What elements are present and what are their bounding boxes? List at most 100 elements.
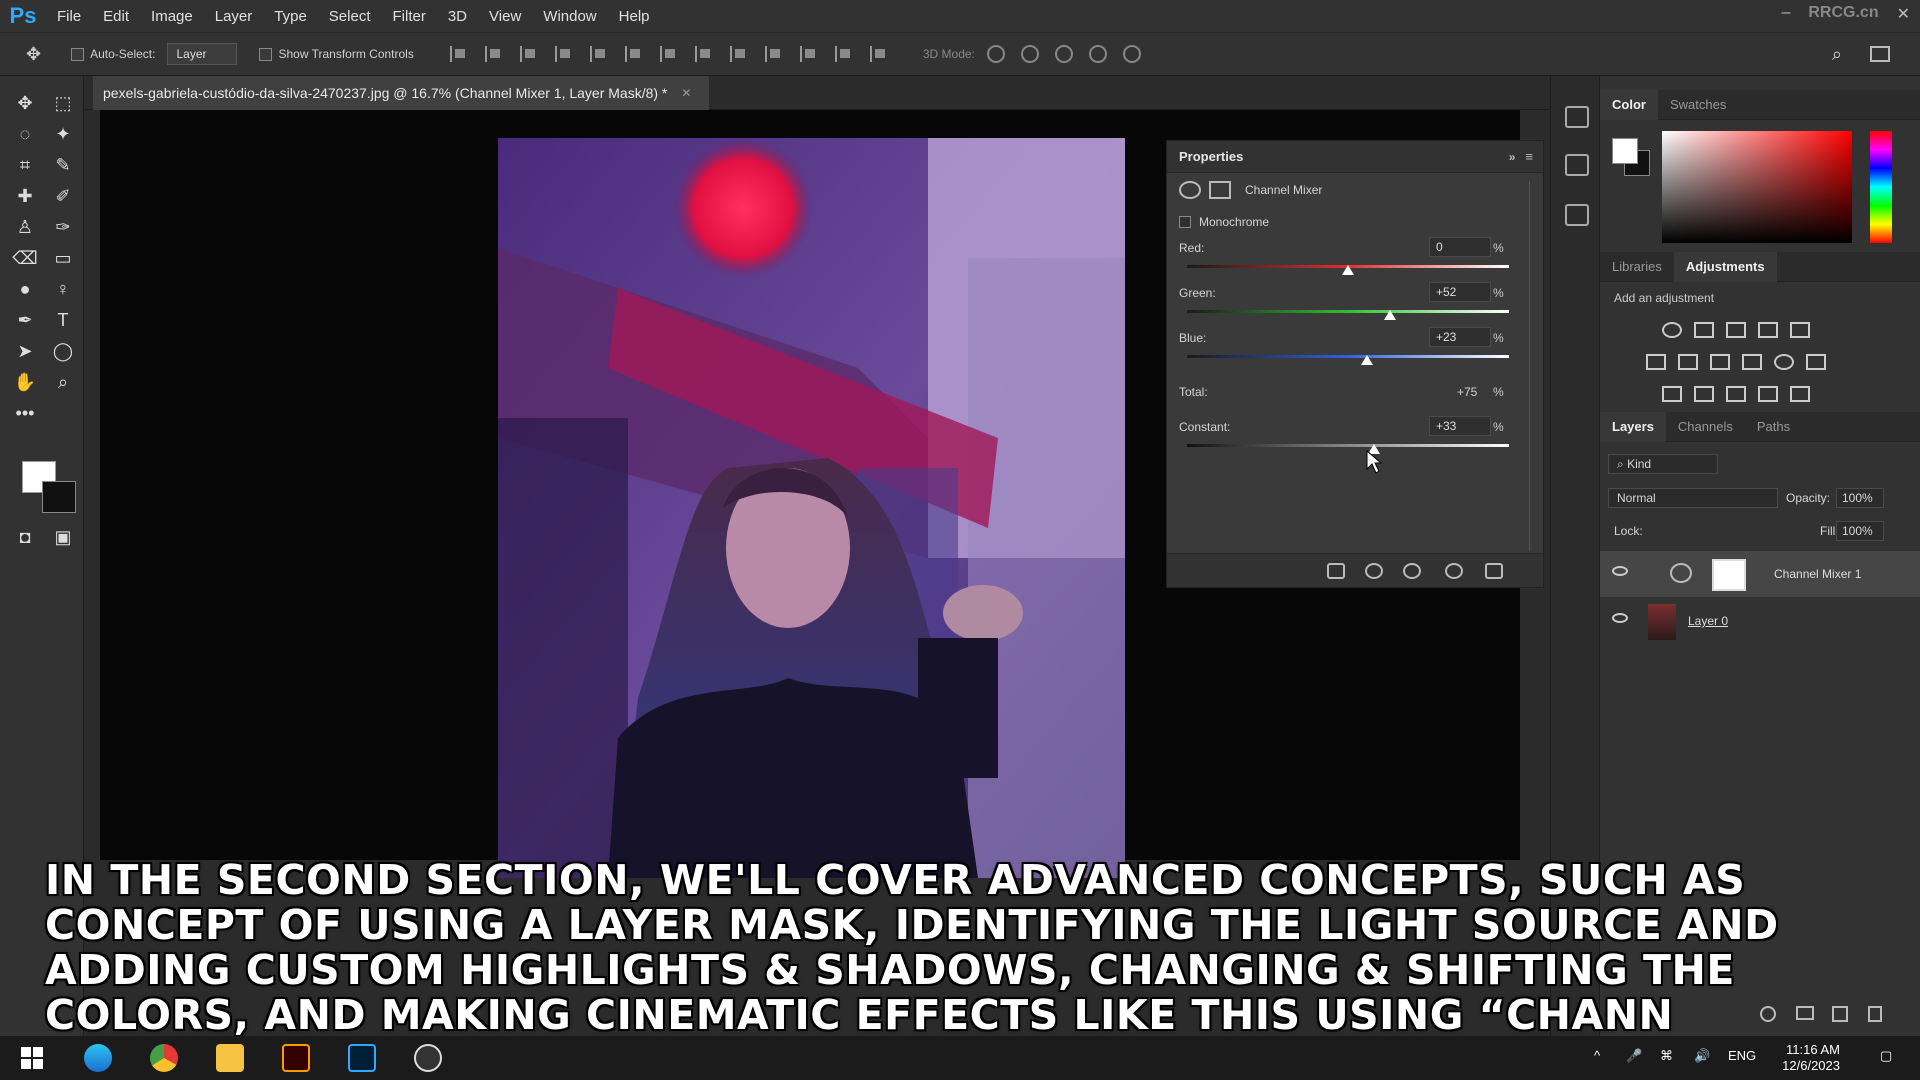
quick-mask-icon[interactable]: ◘ <box>10 524 40 550</box>
tray-chevron-icon[interactable]: ^ <box>1594 1048 1600 1063</box>
black-white-icon[interactable] <box>1710 354 1730 370</box>
slider-thumb[interactable] <box>1383 310 1396 320</box>
new-group-icon[interactable] <box>1796 1006 1814 1020</box>
color-balance-icon[interactable] <box>1678 354 1698 370</box>
layer-mask-thumbnail[interactable] <box>1712 559 1746 591</box>
distribute-hcenter-icon[interactable] <box>799 46 818 62</box>
close-icon[interactable]: ✕ <box>1897 4 1910 24</box>
color-field[interactable] <box>1662 131 1852 243</box>
layer-row-channel-mixer[interactable]: Channel Mixer 1 <box>1600 551 1920 597</box>
volume-icon[interactable]: 🔊 <box>1694 1048 1710 1064</box>
slider-thumb[interactable] <box>1361 355 1374 365</box>
exposure-icon[interactable] <box>1758 322 1778 338</box>
properties-panel-icon[interactable] <box>1565 154 1589 176</box>
align-vcenter-icon[interactable] <box>484 46 503 62</box>
panel-menu-icon[interactable]: ≡ <box>1525 149 1533 164</box>
constant-value-field[interactable]: +33 <box>1429 416 1491 436</box>
align-left-icon[interactable] <box>554 46 573 62</box>
view-previous-icon[interactable] <box>1365 563 1383 579</box>
reset-icon[interactable] <box>1403 563 1421 579</box>
layer-row-layer-0[interactable]: Layer 0 <box>1600 598 1920 644</box>
align-bottom-icon[interactable] <box>519 46 538 62</box>
edge-icon[interactable] <box>84 1044 112 1072</box>
menu-edit[interactable]: Edit <box>92 8 140 25</box>
menu-select[interactable]: Select <box>318 8 382 25</box>
tab-channels[interactable]: Channels <box>1666 412 1745 442</box>
slider-track[interactable] <box>1187 310 1509 313</box>
visibility-eye-icon[interactable] <box>1445 563 1463 579</box>
eyedropper-tool-icon[interactable]: ✎ <box>48 152 78 178</box>
file-explorer-icon[interactable] <box>216 1044 244 1072</box>
distribute-top-icon[interactable] <box>659 46 678 62</box>
opacity-field[interactable]: 100% <box>1836 488 1884 508</box>
pen-tool-icon[interactable]: ✒ <box>10 307 40 333</box>
move-tool-icon[interactable]: ✥ <box>26 44 41 65</box>
hue-slider[interactable] <box>1870 131 1892 243</box>
color-panel-foreground-swatch[interactable] <box>1612 138 1638 164</box>
vibrance-icon[interactable] <box>1790 322 1810 338</box>
document-photo[interactable] <box>498 138 1125 878</box>
hand-tool-icon[interactable]: ✋ <box>10 369 40 395</box>
language-indicator[interactable]: ENG <box>1728 1048 1756 1063</box>
history-brush-tool-icon[interactable]: ✑ <box>48 214 78 240</box>
workspace-icon[interactable] <box>1870 46 1890 62</box>
more-tools-icon[interactable]: ••• <box>10 400 40 426</box>
distribute-left-icon[interactable] <box>764 46 783 62</box>
distribute-right-icon[interactable] <box>834 46 853 62</box>
brightness-contrast-icon[interactable] <box>1662 322 1682 338</box>
menu-window[interactable]: Window <box>532 8 607 25</box>
3d-scale-icon[interactable] <box>1122 45 1141 63</box>
slider-track[interactable] <box>1187 355 1509 358</box>
chrome-icon[interactable] <box>150 1044 178 1072</box>
menu-help[interactable]: Help <box>608 8 661 25</box>
delete-icon[interactable] <box>1485 563 1503 579</box>
menu-view[interactable]: View <box>478 8 532 25</box>
layer-mask-icon[interactable] <box>1209 181 1231 199</box>
auto-select-dropdown[interactable]: Layer <box>167 43 238 65</box>
auto-align-icon[interactable] <box>869 46 888 62</box>
delete-layer-icon[interactable] <box>1868 1006 1882 1022</box>
menu-file[interactable]: File <box>46 8 92 25</box>
properties-scrollbar[interactable] <box>1529 181 1537 551</box>
tab-color[interactable]: Color <box>1600 89 1658 120</box>
brush-tool-icon[interactable]: ✐ <box>48 183 78 209</box>
gradient-map-icon[interactable] <box>1790 386 1810 402</box>
color-lookup-icon[interactable] <box>1806 354 1826 370</box>
document-tab[interactable]: pexels-gabriela-custódio-da-silva-247023… <box>93 76 710 110</box>
healing-brush-tool-icon[interactable]: ✚ <box>10 183 40 209</box>
windows-start-icon[interactable] <box>18 1044 46 1072</box>
photo-filter-icon[interactable] <box>1742 354 1762 370</box>
constant-slider-track[interactable] <box>1187 444 1509 447</box>
new-layer-icon[interactable] <box>1832 1006 1848 1022</box>
minimize-icon[interactable]: – <box>1781 4 1790 24</box>
distribute-bottom-icon[interactable] <box>729 46 748 62</box>
menu-layer[interactable]: Layer <box>204 8 264 25</box>
3d-slide-icon[interactable] <box>1088 45 1107 63</box>
history-panel-icon[interactable] <box>1565 106 1589 128</box>
align-right-icon[interactable] <box>624 46 643 62</box>
path-selection-tool-icon[interactable]: ➤ <box>10 338 40 364</box>
marquee-tool-icon[interactable]: ⬚ <box>48 90 78 116</box>
menu-image[interactable]: Image <box>140 8 204 25</box>
brush-settings-icon[interactable] <box>1565 204 1589 226</box>
monochrome-checkbox[interactable] <box>1179 216 1191 228</box>
eye-icon[interactable] <box>1612 613 1628 623</box>
menu-type[interactable]: Type <box>263 8 318 25</box>
hue-saturation-icon[interactable] <box>1646 354 1666 370</box>
align-top-icon[interactable] <box>449 46 468 62</box>
tab-adjustments[interactable]: Adjustments <box>1673 251 1777 282</box>
tab-swatches[interactable]: Swatches <box>1658 90 1738 120</box>
eye-icon[interactable] <box>1612 566 1628 576</box>
auto-select-checkbox[interactable] <box>71 47 85 61</box>
magic-wand-tool-icon[interactable]: ✦ <box>48 121 78 147</box>
distribute-vcenter-icon[interactable] <box>694 46 713 62</box>
tab-paths[interactable]: Paths <box>1745 412 1802 442</box>
menu-3d[interactable]: 3D <box>437 8 478 25</box>
transform-controls-checkbox[interactable] <box>259 47 273 61</box>
blur-tool-icon[interactable]: ● <box>10 276 40 302</box>
background-color-swatch[interactable] <box>42 481 76 513</box>
obs-icon[interactable] <box>414 1044 442 1072</box>
clone-stamp-tool-icon[interactable]: ♙ <box>10 214 40 240</box>
layer-filter-dropdown[interactable]: ⌕ Kind <box>1608 454 1718 474</box>
ellipse-tool-icon[interactable]: ◯ <box>48 338 78 364</box>
